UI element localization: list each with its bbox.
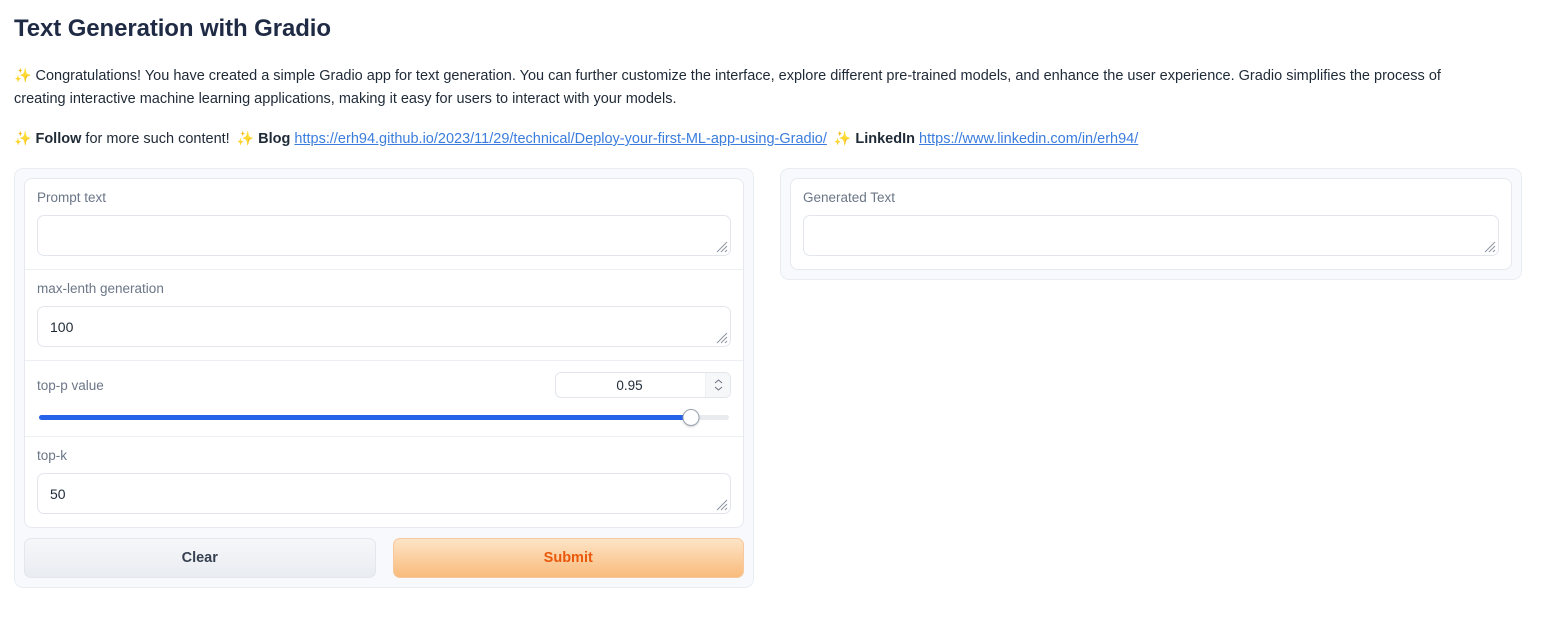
- top-p-label: top-p value: [37, 377, 104, 393]
- top-p-row: top-p value 0.95: [25, 361, 743, 437]
- follow-label: Follow: [35, 131, 82, 147]
- generated-text-label: Generated Text: [803, 190, 896, 205]
- slider-fill: [39, 414, 692, 420]
- linkedin-label: LinkedIn: [855, 131, 915, 147]
- top-p-number-input[interactable]: 0.95: [555, 372, 731, 398]
- output-column: Generated Text: [780, 168, 1522, 280]
- slider-thumb[interactable]: [682, 408, 700, 426]
- prompt-label: Prompt text: [37, 190, 107, 205]
- linkedin-link[interactable]: https://www.linkedin.com/in/erh94/: [919, 131, 1138, 147]
- input-column: Prompt text max-lenth generation 100 top…: [14, 168, 754, 588]
- output-panel: Generated Text: [780, 168, 1522, 280]
- top-k-input[interactable]: 50: [37, 473, 731, 514]
- top-p-slider[interactable]: [39, 408, 729, 426]
- chevron-down-icon[interactable]: [714, 386, 723, 391]
- main-columns: Prompt text max-lenth generation 100 top…: [0, 168, 1565, 588]
- output-form-group: Generated Text: [790, 178, 1512, 270]
- action-buttons: Clear Submit: [24, 538, 744, 578]
- blog-link[interactable]: https://erh94.github.io/2023/11/29/techn…: [294, 131, 827, 147]
- max-length-input[interactable]: 100: [37, 306, 731, 347]
- top-p-value: 0.95: [616, 377, 643, 393]
- generated-text-output[interactable]: [803, 215, 1499, 256]
- resize-grip-icon: [716, 332, 728, 344]
- max-length-value: 100: [50, 318, 74, 335]
- blog-label: Blog: [258, 131, 291, 147]
- prompt-row: Prompt text: [25, 179, 743, 270]
- submit-button[interactable]: Submit: [392, 538, 744, 578]
- max-length-label: max-lenth generation: [37, 281, 164, 296]
- intro-paragraph-text: Congratulations! You have created a simp…: [14, 68, 1441, 107]
- resize-grip-icon: [1484, 241, 1496, 253]
- top-k-label: top-k: [37, 448, 68, 463]
- sparkle-icon: ✨: [833, 130, 852, 146]
- clear-button[interactable]: Clear: [24, 538, 376, 578]
- input-panel: Prompt text max-lenth generation 100 top…: [14, 168, 754, 588]
- input-form-group: Prompt text max-lenth generation 100 top…: [24, 178, 744, 528]
- page-title: Text Generation with Gradio: [14, 15, 331, 42]
- max-length-row: max-lenth generation 100: [25, 270, 743, 361]
- top-p-header: top-p value 0.95: [37, 372, 731, 398]
- follow-rest-text: for more such content!: [85, 131, 230, 147]
- sparkle-icon: ✨: [14, 130, 32, 146]
- resize-grip-icon: [716, 241, 728, 253]
- chevron-up-icon[interactable]: [714, 379, 723, 384]
- sparkle-icon: ✨: [236, 130, 255, 146]
- app-root: Text Generation with Gradio ✨ Congratula…: [0, 0, 1565, 635]
- sparkle-icon: ✨: [14, 67, 32, 83]
- intro-paragraph: ✨ Congratulations! You have created a si…: [14, 64, 1484, 111]
- generated-text-row: Generated Text: [791, 179, 1511, 269]
- top-k-row: top-k 50: [25, 437, 743, 527]
- header: Text Generation with Gradio ✨ Congratula…: [0, 0, 1565, 150]
- top-k-value: 50: [50, 485, 66, 502]
- prompt-input[interactable]: [37, 215, 731, 256]
- follow-links-row: ✨ Follow for more such content! ✨ Blog ht…: [14, 127, 1551, 150]
- resize-grip-icon: [716, 499, 728, 511]
- top-p-stepper[interactable]: [705, 373, 730, 397]
